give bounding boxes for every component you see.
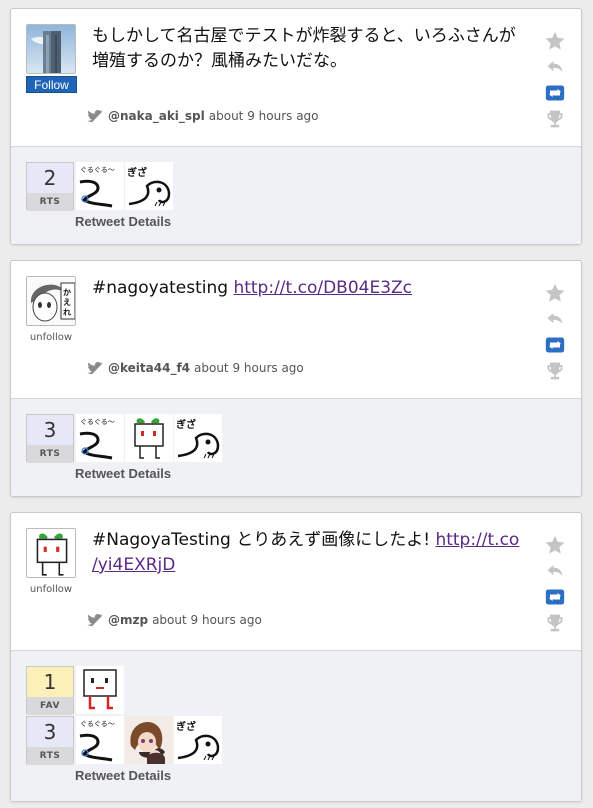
tweet-meta: @keita44_f4 about 9 hours ago [87, 361, 304, 375]
fav-count: 1 [27, 667, 73, 697]
fav-count-badge: 1 FAV [26, 666, 74, 715]
retweeter-list [76, 162, 173, 210]
rt-count: 3 [27, 415, 73, 445]
username-link[interactable]: @mzp [108, 613, 148, 627]
follow-button[interactable]: Follow [26, 76, 77, 93]
trophy-button[interactable] [543, 610, 567, 636]
avatar[interactable] [26, 24, 76, 74]
trophy-button[interactable] [543, 358, 567, 384]
retweeter-list [76, 716, 222, 764]
reply-icon [545, 57, 565, 77]
avatar[interactable] [26, 528, 76, 578]
guruguru-icon [76, 716, 124, 764]
manga-girl-icon [27, 277, 76, 326]
reply-icon [545, 309, 565, 329]
favorite-button[interactable] [543, 280, 567, 306]
reply-button[interactable] [543, 306, 567, 332]
tweet-actions [543, 28, 567, 132]
guzai-icon [174, 716, 222, 764]
trophy-icon [545, 613, 565, 633]
guzai-icon [174, 414, 222, 462]
guzai-icon [125, 162, 173, 210]
retweeter-avatar[interactable] [76, 414, 124, 462]
rt-label: RTS [27, 445, 73, 463]
building-photo-icon [27, 25, 76, 74]
fav-label: FAV [27, 697, 73, 715]
timestamp[interactable]: about 9 hours ago [194, 361, 304, 375]
favoriter-list [76, 666, 124, 714]
retweeter-avatar[interactable] [125, 162, 173, 210]
tweet-text-body: #nagoyatesting [92, 278, 234, 298]
tweet-text: #nagoyatesting http://t.co/DB04E3Zc [92, 276, 522, 301]
tweet-meta: @naka_aki_spl about 9 hours ago [87, 109, 319, 123]
rt-count-badge: 3 RTS [26, 716, 74, 765]
anime-girls-icon [125, 716, 173, 764]
retweet-panel: 1 FAV 3 RTS Retweet Details [11, 650, 581, 801]
tweet-text: もしかして名古屋でテストが炸裂すると、いろふさんが増殖するのか？風桶みたいだな。 [92, 26, 516, 71]
retweet-icon [545, 83, 565, 103]
tweet-actions [543, 280, 567, 384]
trophy-icon [545, 109, 565, 129]
retweeter-avatar[interactable] [125, 414, 173, 462]
tweet-link[interactable]: http://t.co/DB04E3Zc [233, 278, 412, 298]
rt-label: RTS [27, 193, 73, 211]
trophy-button[interactable] [543, 106, 567, 132]
retweet-panel: 3 RTS Retweet Details [11, 398, 581, 496]
username-link[interactable]: @naka_aki_spl [108, 109, 205, 123]
favorite-button[interactable] [543, 532, 567, 558]
tweet-card: Follow もしかして名古屋でテストが炸裂すると、いろふさんが増殖するのか？風… [10, 8, 582, 245]
favoriter-avatar[interactable] [76, 666, 124, 714]
retweet-button[interactable] [543, 332, 567, 358]
star-icon [544, 534, 566, 556]
guruguru-icon [76, 414, 124, 462]
guruguru-icon [76, 162, 124, 210]
retweeter-avatar[interactable] [125, 716, 173, 764]
red-legs-robot-icon [76, 666, 124, 714]
retweeter-avatar[interactable] [174, 716, 222, 764]
retweet-panel: 2 RTS Retweet Details [11, 146, 581, 244]
retweet-details-link[interactable]: Retweet Details [75, 214, 171, 229]
star-icon [544, 282, 566, 304]
tweet-actions [543, 532, 567, 636]
tweet-meta: @mzp about 9 hours ago [87, 613, 262, 627]
twitter-bird-icon [87, 110, 105, 122]
sprout-robot-icon [27, 529, 76, 578]
unfollow-link[interactable]: unfollow [26, 584, 76, 595]
rt-count: 3 [27, 717, 73, 747]
tweet-card: unfollow #NagoyaTesting とりあえず画像にしたよ! htt… [10, 512, 582, 802]
unfollow-link[interactable]: unfollow [26, 332, 76, 343]
tweet-link-continued[interactable]: /yi4EXRjD [92, 555, 175, 575]
retweeter-avatar[interactable] [174, 414, 222, 462]
tweet-text: #NagoyaTesting とりあえず画像にしたよ! http://t.co /… [92, 528, 522, 578]
star-icon [544, 30, 566, 52]
favorite-button[interactable] [543, 28, 567, 54]
rt-count-badge: 3 RTS [26, 414, 74, 463]
rt-count-badge: 2 RTS [26, 162, 74, 211]
trophy-icon [545, 361, 565, 381]
retweet-icon [545, 335, 565, 355]
tweet-text-body: #NagoyaTesting とりあえず画像にしたよ! [92, 530, 436, 550]
reply-icon [545, 561, 565, 581]
retweet-button[interactable] [543, 80, 567, 106]
username-link[interactable]: @keita44_f4 [108, 361, 190, 375]
avatar[interactable] [26, 276, 76, 326]
sprout-robot-icon [125, 414, 173, 462]
retweet-icon [545, 587, 565, 607]
retweeter-avatar[interactable] [76, 162, 124, 210]
tweet-card: unfollow #nagoyatesting http://t.co/DB04… [10, 260, 582, 497]
retweet-button[interactable] [543, 584, 567, 610]
retweeter-list [76, 414, 222, 462]
timestamp[interactable]: about 9 hours ago [209, 109, 319, 123]
rt-label: RTS [27, 747, 73, 765]
retweeter-avatar[interactable] [76, 716, 124, 764]
tweet-link[interactable]: http://t.co [435, 530, 519, 550]
timestamp[interactable]: about 9 hours ago [152, 613, 262, 627]
twitter-bird-icon [87, 362, 105, 374]
retweet-details-link[interactable]: Retweet Details [75, 768, 171, 783]
reply-button[interactable] [543, 54, 567, 80]
retweet-details-link[interactable]: Retweet Details [75, 466, 171, 481]
rt-count: 2 [27, 163, 73, 193]
reply-button[interactable] [543, 558, 567, 584]
twitter-bird-icon [87, 614, 105, 626]
